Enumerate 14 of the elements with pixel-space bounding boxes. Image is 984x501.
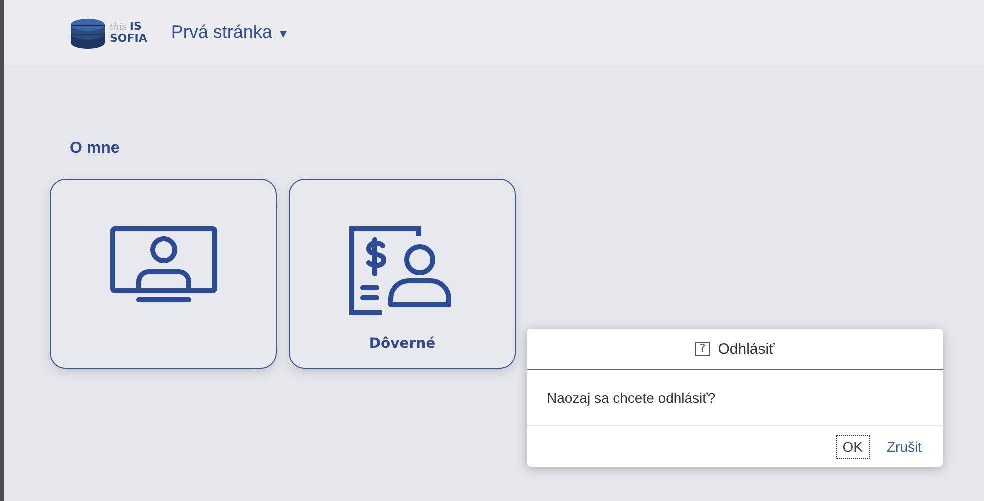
cancel-button[interactable]: Zrušit: [880, 434, 929, 458]
page-menu-button[interactable]: Prvá stránka ▼: [171, 22, 290, 43]
help-icon: ?: [695, 342, 710, 356]
dialog-title: Odhlásiť: [718, 340, 775, 358]
app-tile[interactable]: Dôverné: [289, 179, 516, 369]
dialog-message: Naozaj sa chcete odhlásiť?: [547, 390, 716, 406]
monitor-person-icon: [110, 226, 218, 304]
ok-button[interactable]: OK: [836, 434, 870, 458]
app-tile[interactable]: [50, 179, 277, 369]
logo-text: this: [110, 24, 127, 33]
section-title: O mne: [70, 140, 121, 158]
tile-label: Dôverné: [369, 336, 436, 352]
logo-text: IS: [130, 21, 142, 32]
logo-text: SOFIA: [110, 33, 148, 44]
